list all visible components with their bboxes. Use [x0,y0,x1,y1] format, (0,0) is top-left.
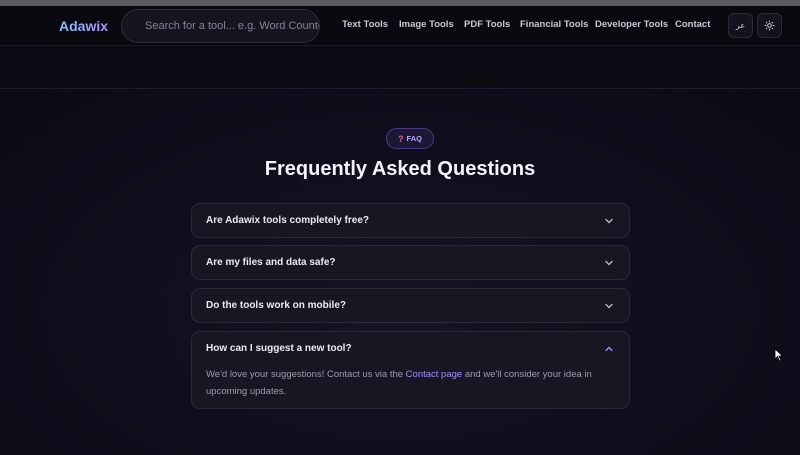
contact-page-link[interactable]: Contact page [406,369,463,380]
language-toggle-button[interactable]: عر [728,13,753,38]
page-subheader-band [0,47,800,89]
faq-answer-text: We'd love your suggestions! Contact us v… [206,369,406,380]
faq-question[interactable]: Do the tools work on mobile? [206,300,346,311]
nav-contact[interactable]: Contact [675,19,710,30]
faq-question[interactable]: How can I suggest a new tool? [206,343,352,354]
nav-image-tools[interactable]: Image Tools [399,19,454,30]
chevron-down-icon[interactable] [603,300,615,312]
faq-question[interactable]: Are Adawix tools completely free? [206,215,369,226]
site-logo[interactable]: Adawix [59,18,108,34]
faq-answer: We'd love your suggestions! Contact us v… [206,366,606,400]
faq-title: Frequently Asked Questions [264,158,536,180]
faq-item-3[interactable]: Do the tools work on mobile? [191,288,630,323]
mouse-cursor-icon [774,348,784,362]
faq-section: ? FAQ Frequently Asked Questions Are Ada… [0,90,800,455]
question-mark-icon: ? [398,133,404,144]
faq-item-2[interactable]: Are my files and data safe? [191,245,630,280]
search-input[interactable] [122,10,319,42]
faq-badge-label: FAQ [406,134,422,143]
faq-question[interactable]: Are my files and data safe? [206,257,336,268]
nav-pdf-tools[interactable]: PDF Tools [464,19,510,30]
search-box[interactable] [121,9,320,43]
faq-item-4-expanded[interactable]: How can I suggest a new tool? We'd love … [191,331,630,409]
faq-badge: ? FAQ [386,128,434,149]
chevron-down-icon[interactable] [603,215,615,227]
language-label: عر [735,21,746,30]
nav-financial-tools[interactable]: Financial Tools [520,19,588,30]
sun-icon [764,20,775,31]
chevron-down-icon[interactable] [603,257,615,269]
nav-developer-tools[interactable]: Developer Tools [595,19,668,30]
top-navbar: Adawix Text Tools Image Tools PDF Tools … [0,6,800,46]
chevron-up-icon[interactable] [603,343,615,355]
theme-toggle-button[interactable] [757,13,782,38]
faq-item-1[interactable]: Are Adawix tools completely free? [191,203,630,238]
nav-text-tools[interactable]: Text Tools [342,19,388,30]
